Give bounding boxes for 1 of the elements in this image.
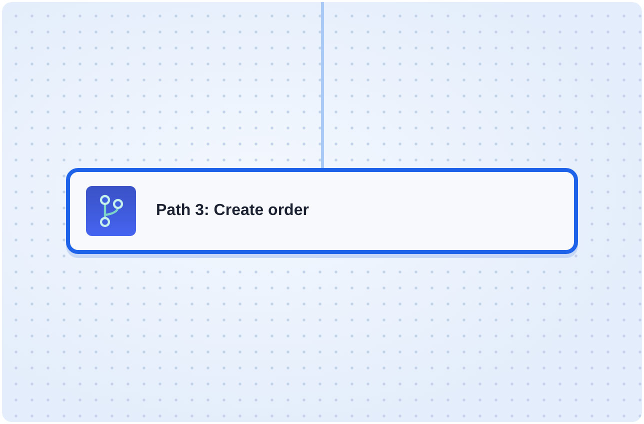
node-title: Path 3: Create order <box>156 202 309 220</box>
